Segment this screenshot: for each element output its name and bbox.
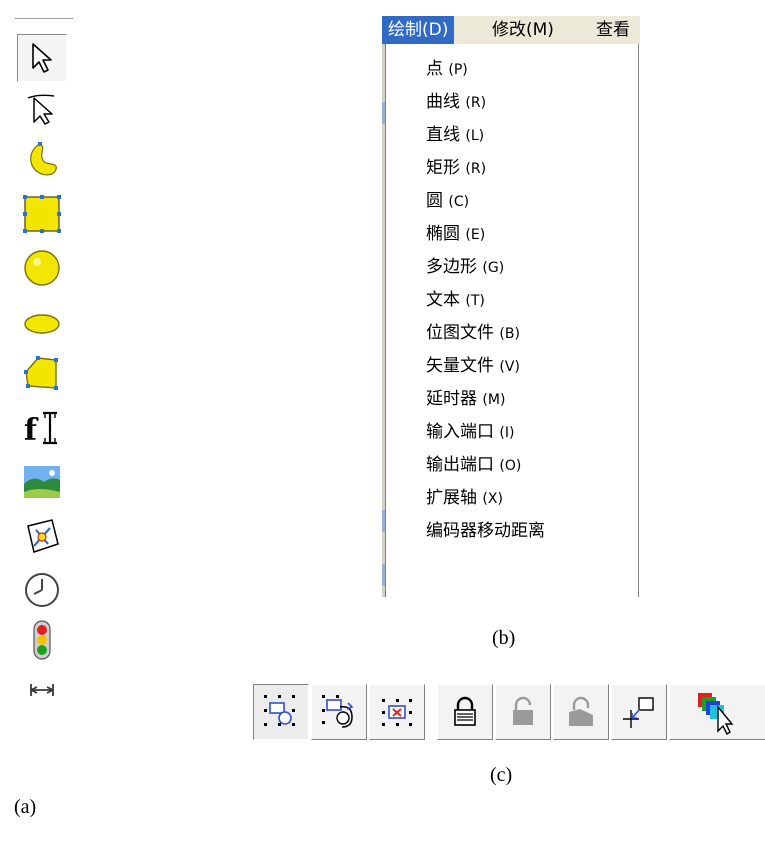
menu-item-ellipse[interactable]: 椭圆 (E) [426, 219, 485, 249]
pointer-arrow-icon [32, 43, 52, 73]
text-tool-glyph: f [24, 413, 39, 448]
menu-item-encoder-distance[interactable]: 编码器移动距离 [426, 516, 545, 546]
select-move-button[interactable] [253, 684, 309, 740]
menu-item-output-port[interactable]: 输出端口 (O) [426, 450, 521, 480]
vector-tool-button[interactable] [17, 512, 67, 560]
timer-tool-icon [25, 573, 59, 607]
timer-tool-button[interactable] [17, 566, 67, 614]
select-delete-icon [382, 699, 412, 726]
menu-item-bitmap-file[interactable]: 位图文件 (B) [426, 318, 520, 348]
select-move-icon [264, 695, 295, 726]
lock-all-button[interactable] [553, 684, 609, 740]
origin-offset-icon [623, 697, 654, 728]
vector-tool-icon [27, 519, 59, 553]
menu-modify[interactable]: 修改(M) [486, 16, 560, 44]
caption-b: (b) [492, 627, 516, 649]
curve-tool-button[interactable] [17, 136, 67, 184]
menu-item-curve[interactable]: 曲线 (R) [426, 87, 486, 117]
caption-c: (c) [490, 764, 513, 786]
text-tool-button[interactable]: f [17, 404, 67, 452]
bitmap-tool-button[interactable] [17, 458, 67, 506]
select-rotate-icon [322, 695, 354, 728]
point-tool-button[interactable] [17, 84, 67, 132]
layer-color-icon [697, 693, 733, 735]
unlock-icon [513, 696, 533, 725]
ellipse-tool-button[interactable] [17, 300, 67, 348]
lock-all-icon [569, 696, 593, 726]
bitmap-tool-icon [24, 466, 60, 498]
select-rotate-button[interactable] [311, 684, 367, 740]
ellipse-tool-icon [24, 314, 60, 334]
circle-tool-icon [24, 250, 60, 286]
menu-item-rectangle[interactable]: 矩形 (R) [426, 153, 486, 183]
menu-view[interactable]: 查看 [590, 16, 640, 44]
io-port-tool-icon [33, 620, 51, 660]
extend-axis-tool-icon [30, 684, 54, 696]
menu-item-extend-axis[interactable]: 扩展轴 (X) [426, 483, 503, 513]
pointer-tool-button[interactable] [17, 34, 67, 82]
text-tool-icon: f [24, 411, 57, 448]
edit-toolbar [253, 684, 765, 740]
menu-item-point[interactable]: 点 (P) [426, 54, 468, 84]
caption-a: (a) [14, 796, 37, 818]
menu-item-vector-file[interactable]: 矢量文件 (V) [426, 351, 520, 381]
menu-item-circle[interactable]: 圆 (C) [426, 186, 469, 216]
origin-offset-button[interactable] [611, 684, 667, 740]
rectangle-tool-button[interactable] [17, 190, 67, 238]
circle-tool-button[interactable] [17, 244, 67, 292]
draw-tool-palette: f [13, 12, 75, 702]
polygon-tool-button[interactable] [17, 350, 67, 398]
lock-button[interactable] [437, 684, 493, 740]
polygon-tool-icon [24, 356, 58, 390]
io-port-tool-button[interactable] [17, 616, 67, 664]
menu-item-input-port[interactable]: 输入端口 (I) [426, 417, 514, 447]
layer-color-button[interactable] [669, 684, 765, 740]
point-tool-icon [27, 94, 55, 125]
draw-menu-dropdown: 点 (P) 曲线 (R) 直线 (L) 矩形 (R) 圆 (C) 椭圆 (E) … [385, 44, 639, 597]
unlock-button[interactable] [495, 684, 551, 740]
rectangle-tool-icon [23, 195, 61, 233]
menu-draw[interactable]: 绘制(D) [382, 16, 455, 44]
menu-item-line[interactable]: 直线 (L) [426, 120, 484, 150]
menu-item-timer[interactable]: 延时器 (M) [426, 384, 505, 414]
select-delete-button[interactable] [369, 684, 425, 740]
extend-axis-tool-button[interactable] [17, 666, 67, 714]
palette-separator [15, 18, 73, 20]
menu-item-text[interactable]: 文本 (T) [426, 285, 485, 315]
curve-tool-icon [30, 142, 57, 176]
menu-item-polygon[interactable]: 多边形 (G) [426, 252, 504, 282]
menu-bar: 绘制(D) 修改(M) 查看 [382, 16, 640, 44]
lock-icon [454, 696, 476, 726]
